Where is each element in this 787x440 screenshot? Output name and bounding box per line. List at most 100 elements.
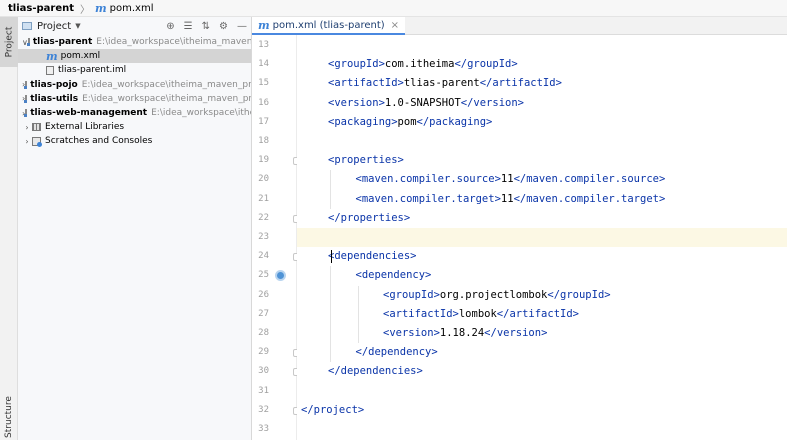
library-icon bbox=[32, 123, 41, 132]
line-number: 24 bbox=[258, 251, 269, 262]
code-line[interactable]: <artifactId>lombok</artifactId> bbox=[297, 305, 787, 324]
code-line[interactable] bbox=[297, 132, 787, 151]
line-number: 16 bbox=[258, 97, 269, 108]
tree-item-label: Scratches and Consoles bbox=[45, 136, 153, 147]
xml-tag: <groupId> bbox=[383, 288, 440, 301]
xml-text: com.itheima bbox=[384, 58, 455, 71]
code-line[interactable]: </project> bbox=[297, 401, 787, 420]
xml-tag: </version> bbox=[484, 327, 548, 339]
close-icon[interactable]: × bbox=[391, 20, 399, 31]
line-number: 15 bbox=[258, 78, 269, 89]
gear-icon[interactable]: ⚙ bbox=[219, 21, 228, 32]
project-panel: Project ▼ ⊕ ☰ ⇅ ⚙ — ∨ tlias-parent E:\idea… bbox=[18, 17, 252, 440]
maven-icon: m bbox=[258, 18, 270, 32]
code-line[interactable]: <dependency> bbox=[297, 266, 787, 285]
xml-tag: <groupId> bbox=[328, 58, 385, 71]
xml-tag: </groupId> bbox=[454, 58, 518, 71]
structure-tool-tab-label: Structure bbox=[4, 396, 14, 438]
code-line[interactable]: </dependencies> bbox=[297, 362, 787, 381]
code-editor[interactable]: <groupId>com.itheima</groupId> <artifactI… bbox=[297, 35, 787, 440]
tree-item-label: tlias-parent.iml bbox=[58, 65, 127, 76]
xml-tag: <dependencies> bbox=[328, 250, 417, 263]
project-panel-toolbar: ⊕ ☰ ⇅ ⚙ — bbox=[166, 17, 247, 35]
xml-tag: <version> bbox=[383, 327, 440, 339]
code-line[interactable]: </properties> bbox=[297, 209, 787, 228]
tree-item[interactable]: m pom.xml bbox=[18, 49, 251, 64]
code-line[interactable] bbox=[297, 420, 787, 439]
structure-tool-tab[interactable]: Structure bbox=[0, 396, 18, 438]
code-line[interactable]: <version>1.18.24</version> bbox=[297, 324, 787, 343]
hide-icon[interactable]: — bbox=[237, 21, 247, 32]
tree-item-label: External Libraries bbox=[45, 122, 125, 133]
tree-item[interactable]: › Scratches and Consoles bbox=[18, 134, 251, 148]
line-number: 18 bbox=[258, 136, 269, 146]
tree-item[interactable]: ∨ tlias-parent E:\idea_workspace\itheima_m… bbox=[18, 35, 252, 49]
tree-item-label: tlias-web-management bbox=[30, 108, 148, 119]
tree-item[interactable]: › External Libraries bbox=[18, 120, 251, 134]
xml-tag: </maven.compiler.source> bbox=[513, 173, 666, 186]
breadcrumb-project[interactable]: tlias-parent bbox=[0, 3, 74, 14]
tree-item[interactable]: › tlias-web-management E:\idea_workspace\i… bbox=[18, 106, 251, 120]
xml-text: 1.0-SNAPSHOT bbox=[384, 96, 461, 109]
line-number: 23 bbox=[258, 232, 269, 242]
tree-item[interactable]: › tlias-pojo E:\idea_workspace\itheima_mav… bbox=[18, 78, 252, 92]
chevron-right-icon[interactable]: › bbox=[22, 137, 32, 146]
line-number: 19 bbox=[258, 155, 269, 166]
code-line[interactable]: <groupId>org.projectlombok</groupId> bbox=[297, 286, 787, 305]
indent-guide bbox=[330, 266, 331, 363]
xml-tag: <maven.compiler.source> bbox=[355, 173, 501, 186]
xml-tag: </version> bbox=[460, 96, 524, 109]
line-number: 29 bbox=[258, 347, 269, 358]
editor-tab-pom[interactable]: m pom.xml (tlias-parent) × bbox=[252, 17, 406, 35]
tree-item-path: E:\idea_workspace\itheima_maven_pro bbox=[81, 79, 252, 90]
code-line[interactable]: <maven.compiler.source>11</maven.compile… bbox=[297, 170, 787, 189]
module-file-icon bbox=[46, 65, 54, 75]
xml-text: 1.18.24 bbox=[439, 327, 485, 339]
line-number: 26 bbox=[258, 289, 269, 300]
project-panel-title[interactable]: Project bbox=[37, 21, 71, 32]
xml-tag: </project> bbox=[301, 403, 365, 416]
collapse-all-icon[interactable]: ⇅ bbox=[202, 21, 210, 32]
line-number: 22 bbox=[258, 212, 269, 223]
xml-tag: <artifactId> bbox=[328, 77, 404, 90]
breadcrumb-file[interactable]: pom.xml bbox=[110, 3, 154, 14]
chevron-down-icon[interactable]: ▼ bbox=[75, 22, 80, 30]
code-line[interactable]: <properties> bbox=[297, 151, 787, 170]
line-number: 27 bbox=[258, 308, 269, 319]
module-folder-icon bbox=[24, 80, 28, 89]
code-line[interactable]: <artifactId>tlias-parent</artifactId> bbox=[297, 74, 787, 93]
code-line[interactable]: <packaging>pom</packaging> bbox=[297, 113, 787, 132]
tree-item[interactable]: tlias-parent.iml bbox=[18, 63, 251, 77]
code-line[interactable] bbox=[297, 382, 787, 401]
code-line[interactable]: <dependencies> bbox=[297, 247, 787, 266]
line-number: 13 bbox=[258, 40, 269, 50]
locate-icon[interactable]: ⊕ bbox=[166, 21, 174, 32]
project-tool-tab[interactable]: Project bbox=[0, 17, 18, 67]
code-line[interactable]: </dependency> bbox=[297, 343, 787, 362]
line-number: 33 bbox=[258, 424, 269, 434]
code-line[interactable] bbox=[297, 36, 787, 55]
xml-tag: <artifactId> bbox=[383, 307, 459, 320]
expand-all-icon[interactable]: ☰ bbox=[184, 21, 193, 32]
xml-text: org.projectlombok bbox=[439, 288, 548, 301]
tree-item-path: E:\idea_workspace\itheima_maven_pro bbox=[82, 93, 252, 104]
breadcrumb-separator: 〉 bbox=[80, 4, 91, 16]
navigation-bar: tlias-parent 〉 m pom.xml bbox=[0, 0, 787, 17]
code-line[interactable] bbox=[297, 228, 787, 248]
tree-item-path: E:\idea_workspace\itheima_maven_p bbox=[96, 37, 252, 48]
chevron-right-icon[interactable]: › bbox=[22, 123, 32, 132]
left-tool-strip: Project Structure bbox=[0, 17, 18, 440]
xml-text: lombok bbox=[458, 307, 497, 320]
maven-icon: m bbox=[46, 49, 58, 63]
module-folder-icon bbox=[24, 109, 28, 118]
dependency-gutter-icon[interactable] bbox=[275, 270, 286, 282]
code-line[interactable]: <version>1.0-SNAPSHOT</version> bbox=[297, 94, 787, 113]
xml-tag: <properties> bbox=[328, 154, 404, 167]
indent-guide bbox=[330, 170, 331, 209]
project-tree: ∨ tlias-parent E:\idea_workspace\itheima_m… bbox=[18, 35, 252, 149]
xml-text: pom bbox=[397, 115, 417, 128]
code-line[interactable]: <maven.compiler.target>11</maven.compile… bbox=[297, 190, 787, 209]
tree-item[interactable]: › tlias-utils E:\idea_workspace\itheima_ma… bbox=[18, 92, 252, 106]
editor-gutter[interactable]: 13 14 15 16 17 18 19 20 21 22 23 24 25 26 27 28 29 30 31 32… bbox=[252, 35, 315, 440]
code-line[interactable]: <groupId>com.itheima</groupId> bbox=[297, 55, 787, 74]
